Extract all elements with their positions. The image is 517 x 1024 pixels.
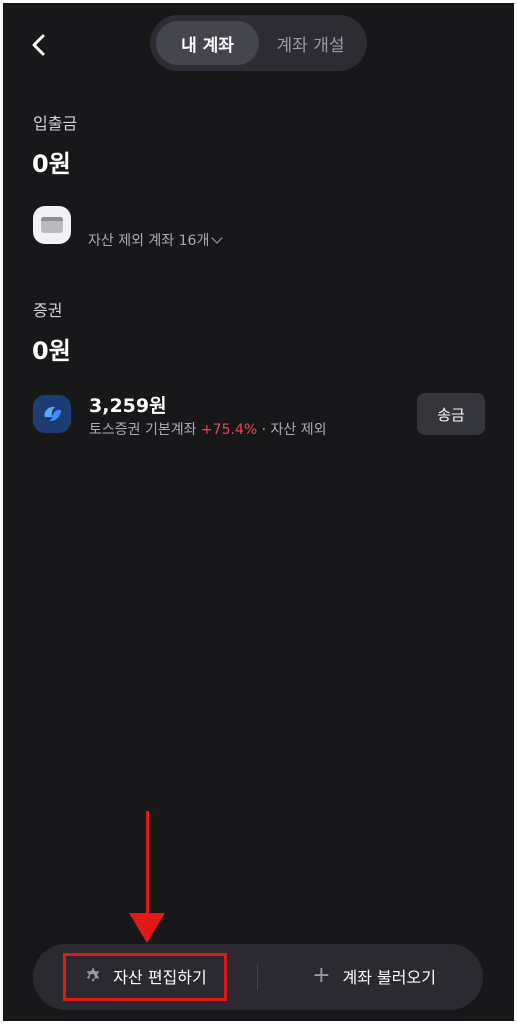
toss-securities-icon bbox=[33, 395, 71, 433]
back-button[interactable] bbox=[21, 27, 57, 63]
annotation-arrow-head bbox=[129, 913, 165, 943]
account-balance: 3,259원 bbox=[89, 395, 167, 417]
tab-open-account[interactable]: 계좌 개설 bbox=[259, 21, 362, 65]
import-accounts-button[interactable]: + 계좌 불러오기 bbox=[283, 955, 465, 997]
plus-icon: + bbox=[312, 962, 331, 988]
annotation-arrow-line bbox=[146, 811, 149, 919]
account-change: +75.4% bbox=[200, 422, 258, 438]
excluded-accounts-link[interactable]: 자산 제외 계좌 16개 bbox=[88, 230, 223, 250]
app-screen: 내 계좌 계좌 개설 입출금 0원 자산 제외 계좌 16개 증권 0원 3,2… bbox=[3, 3, 514, 1021]
bar-divider bbox=[257, 964, 258, 990]
import-accounts-label: 계좌 불러오기 bbox=[342, 968, 436, 987]
bank-icon bbox=[33, 206, 71, 244]
account-name: 토스증권 기본계좌 bbox=[89, 422, 197, 438]
toss-logo-icon bbox=[44, 406, 61, 422]
account-details: 토스증권 기본계좌 +75.4% · 자산 제외 bbox=[89, 419, 327, 439]
account-status: 자산 제외 bbox=[270, 422, 327, 438]
chevron-down-icon bbox=[211, 232, 223, 244]
separator-dot: · bbox=[261, 422, 267, 438]
annotation-highlight-box bbox=[63, 953, 227, 1001]
send-money-button[interactable]: 송금 bbox=[417, 393, 485, 435]
account-tab-switch: 내 계좌 계좌 개설 bbox=[150, 15, 367, 71]
tab-my-accounts[interactable]: 내 계좌 bbox=[156, 21, 259, 65]
securities-section-title: 증권 bbox=[33, 301, 63, 320]
excluded-accounts-label: 자산 제외 계좌 16개 bbox=[88, 233, 210, 249]
chevron-left-icon bbox=[32, 34, 45, 56]
deposit-section-title: 입출금 bbox=[33, 114, 78, 133]
deposit-total: 0원 bbox=[32, 150, 71, 178]
securities-total: 0원 bbox=[32, 337, 71, 365]
